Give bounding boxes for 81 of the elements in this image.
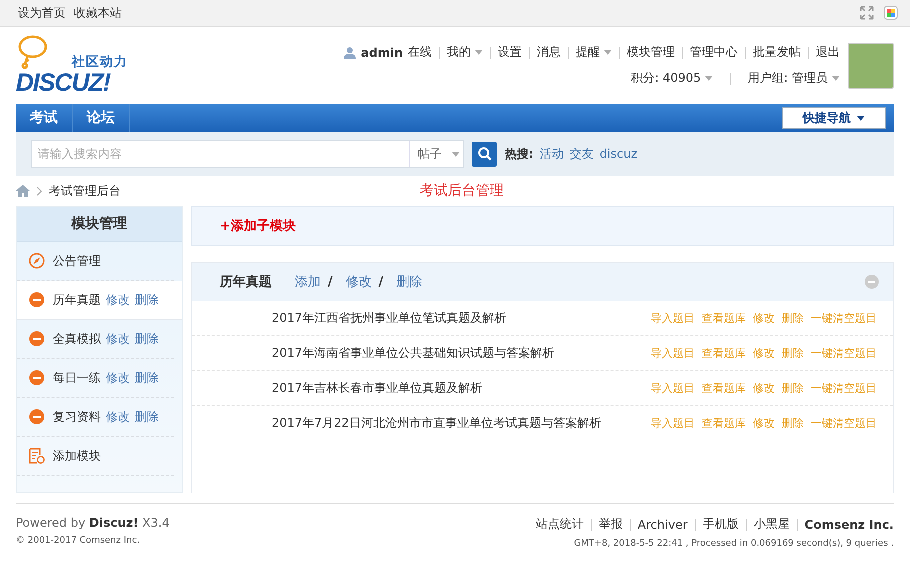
footer-link[interactable]: Archiver (638, 518, 688, 532)
search-button[interactable] (472, 142, 497, 166)
sidebar-title: 模块管理 (17, 207, 182, 242)
circle-dash-icon (29, 292, 45, 308)
expand-icon (860, 6, 874, 20)
page-title: 考试后台管理 (420, 182, 504, 200)
sidebar-item[interactable]: 每日一练 修改 删除 (17, 359, 174, 398)
sidebar-action-link[interactable]: 修改 (106, 292, 130, 308)
separator-slash: / (378, 274, 384, 290)
user-menu-link[interactable]: 消息 (537, 44, 561, 61)
sidebar-item[interactable]: 添加模块 (17, 437, 174, 476)
quick-nav-button[interactable]: 快捷导航 (782, 107, 886, 129)
document-clock-icon (29, 448, 45, 464)
sidebar-item[interactable]: 复习资料 修改 删除 (17, 398, 174, 437)
add-submodule-link[interactable]: +添加子模块 (220, 217, 296, 235)
top-link[interactable]: 设为首页 (18, 4, 66, 22)
hot-search-label: 热搜: (505, 146, 534, 162)
user-menu-link[interactable]: 模块管理 (627, 44, 675, 61)
sidebar-item-label: 复习资料 (53, 408, 101, 426)
sidebar-action-link[interactable]: 修改 (106, 330, 130, 348)
search-icon (478, 147, 492, 161)
user-stat-link[interactable]: 用户组: 管理员 (748, 70, 840, 87)
sidebar-item-label: 添加模块 (53, 448, 101, 464)
color-palette-icon (884, 6, 898, 20)
section-action-link[interactable]: 删除 (396, 273, 422, 291)
home-icon (16, 185, 30, 197)
exam-title: 2017年江西省抚州事业单位笔试真题及解析 (272, 310, 508, 326)
search-field[interactable]: 请输入搜索内容 帖子 (31, 140, 464, 168)
circle-dash-icon (29, 370, 45, 386)
sidebar-action-link[interactable]: 删除 (135, 408, 159, 426)
sidebar-item-label: 公告管理 (53, 252, 101, 270)
logo-tagline: 社区动力 (72, 54, 128, 70)
exam-title: 2017年吉林长春市事业单位真题及解析 (272, 380, 484, 396)
user-stat-link[interactable]: 积分: 40905 (631, 70, 714, 87)
user-menu-link[interactable]: 提醒 (576, 44, 612, 61)
footer-link[interactable]: 小黑屋 (754, 516, 790, 533)
sidebar-item-label: 每日一练 (53, 370, 101, 386)
section-title: 历年真题 (220, 274, 272, 291)
sidebar-item-label: 历年真题 (53, 292, 101, 308)
chevron-icon (37, 186, 42, 196)
sidebar-item[interactable]: 全真模拟 修改 删除 (17, 320, 174, 359)
user-menu-link[interactable]: 退出 (816, 44, 840, 61)
powered-by-text: Powered by Discuz! X3.4 (16, 516, 170, 530)
sidebar-action-link[interactable]: 删除 (135, 330, 159, 348)
user-menu-link[interactable]: 批量发帖 (753, 44, 801, 61)
sidebar-action-link[interactable]: 删除 (135, 370, 159, 386)
breadcrumb-link[interactable]: 考试管理后台 (49, 182, 121, 200)
sidebar-item-label: 全真模拟 (53, 330, 101, 348)
footer-link[interactable]: 举报 (598, 516, 623, 533)
username-link[interactable]: admin (361, 46, 403, 60)
user-menu-link[interactable]: 设置 (498, 44, 522, 61)
logo-text: DISCUZ! (16, 68, 110, 98)
exam-title: 2017年7月22日河北沧州市市直事业单位考试真题与答案解析 (272, 414, 602, 432)
caret-icon (452, 152, 460, 156)
footer-stats-text: GMT+8, 2018-5-5 22:41 , Processed in 0.069169 second(s), 9 queries . (574, 539, 894, 549)
circle-dash-icon (29, 331, 45, 347)
online-status: 在线 (408, 44, 432, 61)
separator-slash: / (328, 274, 333, 290)
copyright-text: © 2001-2017 Comsenz Inc. (16, 536, 142, 546)
section-action-link[interactable]: 添加 (295, 273, 321, 291)
footer-link[interactable]: 站点统计 (536, 516, 584, 533)
sidebar-action-link[interactable]: 修改 (106, 370, 130, 386)
user-menu-link[interactable]: 我的 (447, 44, 483, 61)
footer-link[interactable]: 手机版 (702, 516, 739, 533)
footer-link[interactable]: Comsenz Inc. (804, 518, 894, 532)
sidebar-action-link[interactable]: 删除 (135, 292, 159, 308)
top-link[interactable]: 收藏本站 (74, 4, 122, 22)
hot-search-link[interactable]: 活动 (540, 146, 564, 162)
sidebar-action-link[interactable]: 修改 (106, 408, 130, 426)
section-action-link[interactable]: 修改 (346, 273, 372, 291)
user-menu-link[interactable]: 管理中心 (690, 44, 738, 61)
sidebar-item[interactable]: 历年真题 修改 删除 (17, 281, 182, 320)
hot-search-link[interactable]: discuz (600, 147, 638, 161)
hot-search-link[interactable]: 交友 (570, 146, 594, 162)
search-type-dropdown[interactable]: 帖子 (409, 141, 463, 167)
user-icon (344, 46, 356, 58)
caret-icon (857, 116, 865, 120)
collapse-icon (865, 275, 879, 289)
circle-dash-icon (29, 409, 45, 425)
exam-title: 2017年海南省事业单位公共基础知识试题与答案解析 (272, 344, 556, 362)
compass-icon (29, 253, 45, 269)
